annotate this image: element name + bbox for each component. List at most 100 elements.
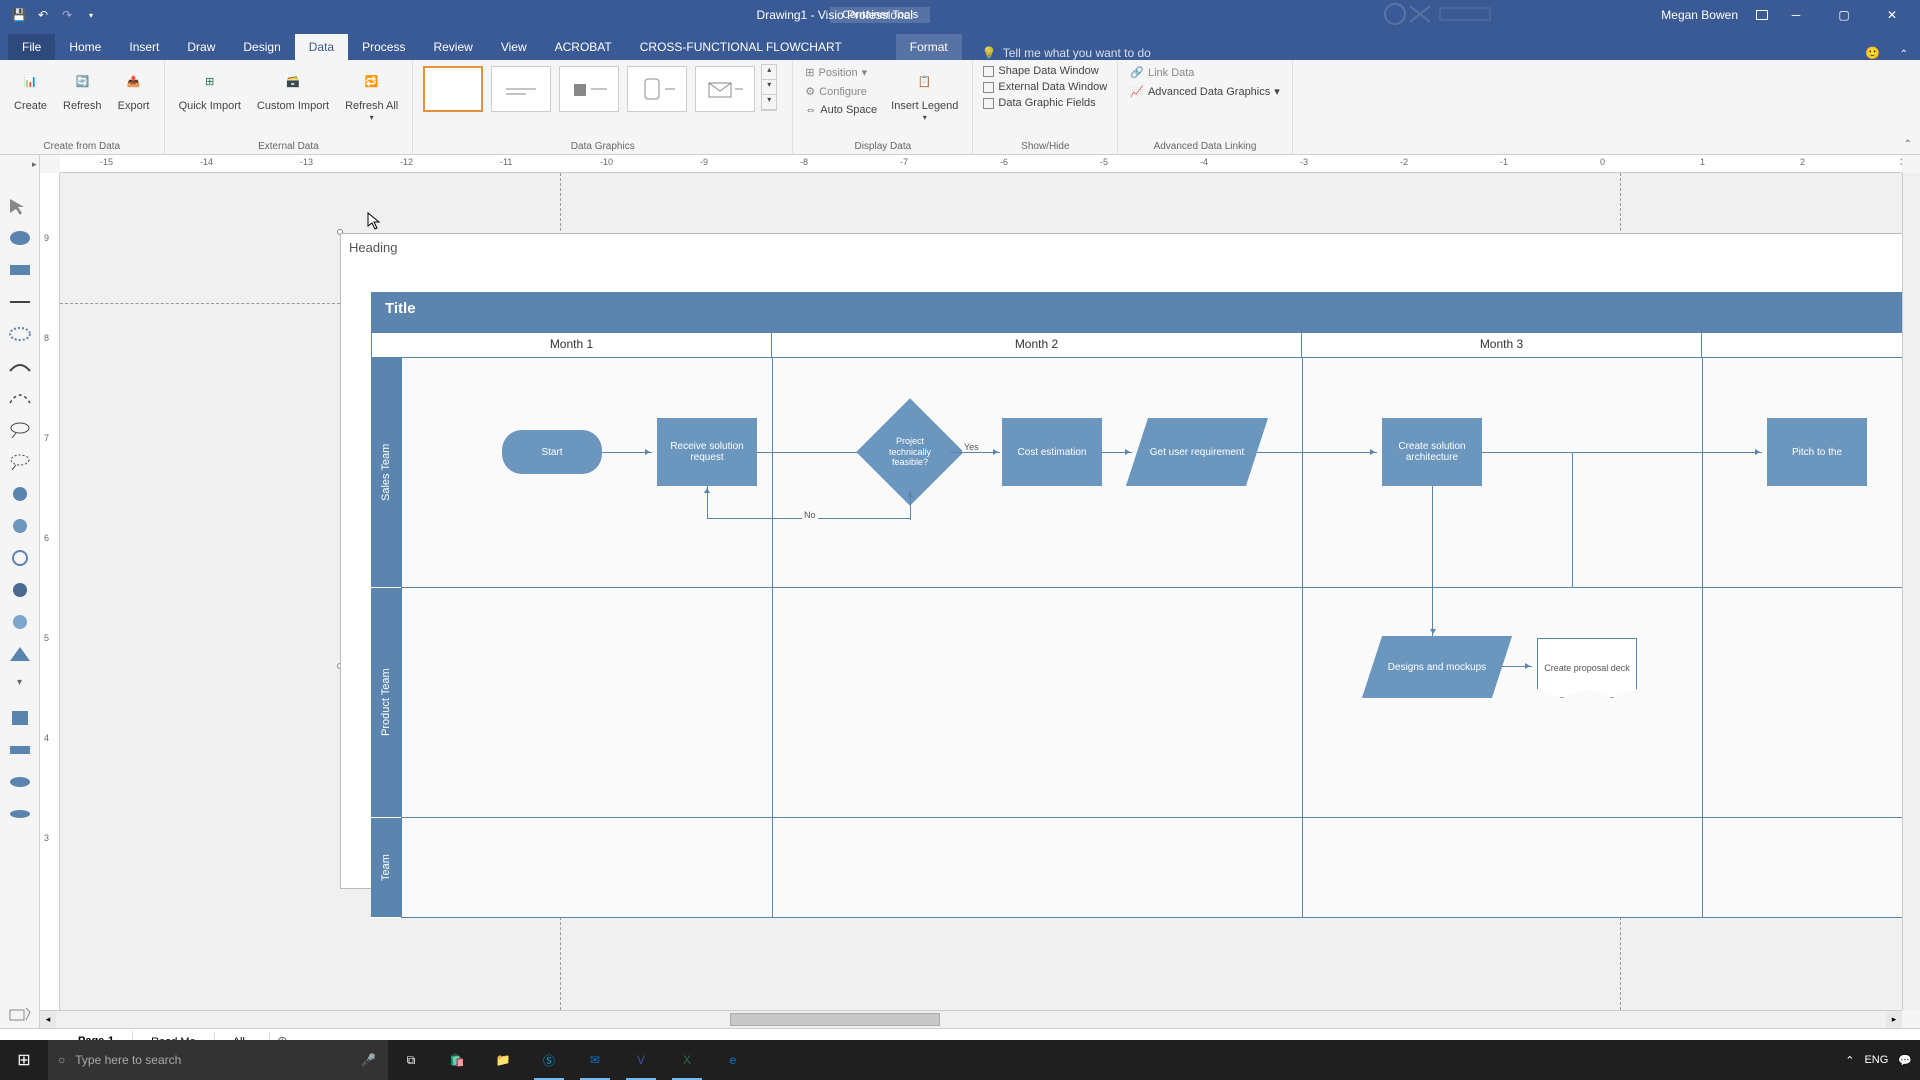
save-icon[interactable]: 💾: [10, 8, 28, 22]
advanced-data-graphics-button[interactable]: 📈Advanced Data Graphics ▾: [1126, 83, 1284, 100]
start-button[interactable]: ⊞: [0, 1050, 48, 1070]
shape-cost-estimation[interactable]: Cost estimation: [1002, 418, 1102, 486]
phase-month3[interactable]: Month 3: [1302, 333, 1702, 357]
vertical-scrollbar[interactable]: [1902, 173, 1920, 1010]
tab-design[interactable]: Design: [229, 34, 294, 60]
shape-arc-icon[interactable]: [8, 389, 32, 407]
shape-circle4-icon[interactable]: [8, 581, 32, 599]
tab-home[interactable]: Home: [55, 34, 115, 60]
connector[interactable]: [707, 486, 708, 518]
connector[interactable]: [1482, 452, 1762, 453]
shape-line-icon[interactable]: [8, 293, 32, 311]
quick-import-button[interactable]: ⊞Quick Import: [173, 64, 247, 114]
tray-language[interactable]: ENG: [1864, 1054, 1888, 1066]
excel-taskbar-icon[interactable]: X: [664, 1040, 710, 1080]
ribbon-display-icon[interactable]: [1756, 10, 1768, 20]
shape-pitch[interactable]: Pitch to the: [1767, 418, 1867, 486]
data-graphic-fields-checkbox[interactable]: Data Graphic Fields: [981, 96, 1109, 110]
qat-more-icon[interactable]: ▾: [82, 11, 100, 20]
connector[interactable]: [950, 452, 1000, 453]
store-icon[interactable]: 🛍️: [434, 1040, 480, 1080]
data-graphic-option[interactable]: [627, 66, 687, 112]
connector[interactable]: [1257, 452, 1377, 453]
shape-circle3-icon[interactable]: [8, 549, 32, 567]
shape-triangle-icon[interactable]: [8, 645, 32, 663]
tab-acrobat[interactable]: ACROBAT: [541, 34, 626, 60]
lane-product-team[interactable]: Product Team: [371, 588, 401, 818]
export-button[interactable]: 📤Export: [112, 64, 156, 114]
collapse-ribbon-icon[interactable]: ⌃: [1900, 49, 1908, 60]
edge-icon[interactable]: e: [710, 1040, 756, 1080]
outlook-icon[interactable]: ✉: [572, 1040, 618, 1080]
link-data-button[interactable]: 🔗Link Data: [1126, 64, 1284, 81]
data-graphic-none[interactable]: [423, 66, 483, 112]
tab-review[interactable]: Review: [419, 34, 486, 60]
minimize-button[interactable]: ─: [1776, 0, 1816, 30]
skype-icon[interactable]: Ⓢ: [526, 1040, 572, 1080]
lane-sales-team[interactable]: Sales Team: [371, 358, 401, 588]
shape-ellipse2-icon[interactable]: [8, 773, 32, 791]
gallery-scroll[interactable]: ▴▾▾: [761, 64, 777, 111]
maximize-button[interactable]: ▢: [1824, 0, 1864, 30]
data-graphic-option[interactable]: [491, 66, 551, 112]
data-graphic-option[interactable]: [559, 66, 619, 112]
tab-process[interactable]: Process: [348, 34, 419, 60]
visio-icon[interactable]: V: [618, 1040, 664, 1080]
tell-me-search[interactable]: 💡 Tell me what you want to do: [982, 46, 1151, 60]
swimlane-heading[interactable]: Heading: [349, 240, 1902, 268]
connector[interactable]: [910, 490, 911, 520]
insert-legend-button[interactable]: 📋Insert Legend▾: [885, 64, 964, 125]
tab-format[interactable]: Format: [896, 34, 962, 60]
collapse-ribbon-button[interactable]: ⌃: [1904, 139, 1912, 150]
redo-icon[interactable]: ↷: [58, 8, 76, 22]
external-data-window-checkbox[interactable]: External Data Window: [981, 80, 1109, 94]
shape-feasible-decision[interactable]: Project technically feasible?: [872, 414, 948, 490]
task-view-icon[interactable]: ⧉: [388, 1040, 434, 1080]
shape-proposal-deck[interactable]: Create proposal deck: [1537, 638, 1637, 698]
shape-create-architecture[interactable]: Create solution architecture: [1382, 418, 1482, 486]
tray-chevron-icon[interactable]: ⌃: [1845, 1054, 1854, 1067]
mic-icon[interactable]: 🎤: [361, 1053, 376, 1067]
tab-file[interactable]: File: [8, 34, 55, 60]
swimlane-title[interactable]: Title: [371, 292, 1902, 332]
shape-start[interactable]: Start: [502, 430, 602, 474]
position-button[interactable]: ⊞Position ▾: [801, 64, 881, 81]
shape-receive-request[interactable]: Receive solution request: [657, 418, 757, 486]
phase-month1[interactable]: Month 1: [372, 333, 772, 357]
tab-draw[interactable]: Draw: [173, 34, 229, 60]
undo-icon[interactable]: ↶: [34, 8, 52, 22]
shape-callout2-icon[interactable]: [8, 453, 32, 471]
tab-insert[interactable]: Insert: [115, 34, 173, 60]
shape-designs-mockups[interactable]: Designs and mockups: [1372, 636, 1502, 698]
phase-month2[interactable]: Month 2: [772, 333, 1302, 357]
shape-ellipse3-icon[interactable]: [8, 805, 32, 823]
connector[interactable]: [1502, 666, 1532, 667]
scroll-right-button[interactable]: ▸: [1886, 1011, 1902, 1028]
shape-callout-icon[interactable]: [8, 421, 32, 439]
shape-more-icon[interactable]: ▾: [8, 677, 32, 695]
shape-user-requirement[interactable]: Get user requirement: [1137, 418, 1257, 486]
shape-circle1-icon[interactable]: [8, 485, 32, 503]
feedback-icon[interactable]: 🙂: [1865, 46, 1880, 60]
file-explorer-icon[interactable]: 📁: [480, 1040, 526, 1080]
shape-rect2-icon[interactable]: [8, 741, 32, 759]
user-name[interactable]: Megan Bowen: [1661, 8, 1738, 22]
drawing-canvas[interactable]: Heading Title Month 1 Month 2 Month 3 Sa…: [60, 173, 1902, 1010]
shape-rect-icon[interactable]: [8, 261, 32, 279]
create-button[interactable]: 📊Create: [8, 64, 53, 114]
connector[interactable]: [1432, 588, 1433, 636]
custom-import-button[interactable]: 🗃️Custom Import: [251, 64, 335, 114]
horizontal-scrollbar[interactable]: ◂ ▸: [40, 1010, 1902, 1028]
refresh-all-button[interactable]: 🔁Refresh All▾: [339, 64, 404, 125]
tab-cross-functional[interactable]: CROSS-FUNCTIONAL FLOWCHART: [626, 34, 856, 60]
close-button[interactable]: ✕: [1872, 0, 1912, 30]
scroll-thumb[interactable]: [730, 1013, 940, 1026]
data-graphic-option[interactable]: [695, 66, 755, 112]
expand-shapes-icon[interactable]: ▸: [32, 159, 37, 170]
swimlane-container[interactable]: Title Month 1 Month 2 Month 3 Sales Team…: [371, 292, 1902, 918]
tab-data[interactable]: Data: [295, 34, 348, 60]
shape-cloud-icon[interactable]: [8, 325, 32, 343]
shape-pointer-icon[interactable]: [8, 197, 32, 215]
shape-data-window-checkbox[interactable]: Shape Data Window: [981, 64, 1109, 78]
connector[interactable]: [757, 452, 872, 453]
